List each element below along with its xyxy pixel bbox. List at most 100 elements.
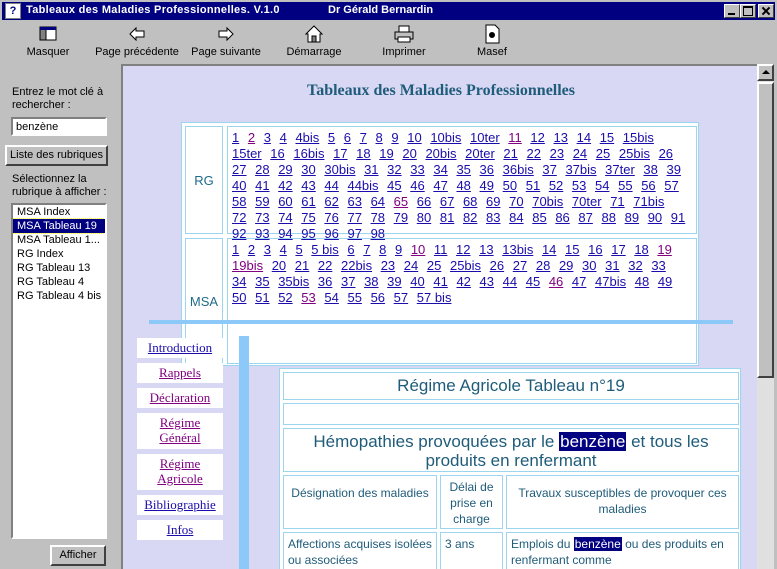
table-link[interactable]: 25 [427, 258, 441, 273]
table-link[interactable]: 63 [347, 194, 361, 209]
table-link[interactable]: 20bis [425, 146, 456, 161]
show-button[interactable]: Afficher [50, 545, 106, 566]
list-item[interactable]: MSA Index [13, 205, 105, 219]
list-item-selected[interactable]: MSA Tableau 19 [13, 218, 105, 234]
table-link[interactable]: 59 [255, 194, 269, 209]
table-link[interactable]: 15 [600, 130, 614, 145]
table-link[interactable]: 34 [232, 274, 246, 289]
table-link[interactable]: 27 [232, 162, 246, 177]
table-link[interactable]: 35 [456, 162, 470, 177]
table-link[interactable]: 18 [634, 242, 648, 257]
table-link[interactable]: 10 [411, 242, 425, 257]
table-link[interactable]: 66 [417, 194, 431, 209]
table-link[interactable]: 22 [527, 146, 541, 161]
table-link[interactable]: 58 [232, 194, 246, 209]
table-link[interactable]: 32 [387, 162, 401, 177]
table-link[interactable]: 10bis [430, 130, 461, 145]
table-link[interactable]: 41 [255, 178, 269, 193]
table-link[interactable]: 49 [658, 274, 672, 289]
table-link[interactable]: 47 [433, 178, 447, 193]
table-link[interactable]: 57 bis [417, 290, 452, 305]
table-link[interactable]: 48 [456, 178, 470, 193]
table-link[interactable]: 14 [577, 130, 591, 145]
table-link[interactable]: 60 [278, 194, 292, 209]
table-link[interactable]: 25bis [619, 146, 650, 161]
table-link[interactable]: 12 [456, 242, 470, 257]
minimize-button[interactable] [724, 4, 740, 18]
table-link[interactable]: 21 [295, 258, 309, 273]
print-button[interactable]: Imprimer [380, 23, 428, 63]
search-input[interactable]: benzène [11, 117, 107, 136]
table-link[interactable]: 3 [264, 242, 271, 257]
table-link[interactable]: 16 [270, 146, 284, 161]
table-link[interactable]: 20ter [465, 146, 495, 161]
table-link[interactable]: 48 [635, 274, 649, 289]
table-link[interactable]: 10 [407, 130, 421, 145]
table-link[interactable]: 35bis [278, 274, 309, 289]
table-link[interactable]: 36 [318, 274, 332, 289]
hide-button[interactable]: Masquer [18, 23, 78, 63]
table-link[interactable]: 2 [248, 242, 255, 257]
table-link[interactable]: 11 [508, 130, 522, 145]
table-link[interactable]: 25bis [450, 258, 481, 273]
table-link[interactable]: 27 [513, 258, 527, 273]
table-link[interactable]: 5 bis [311, 242, 338, 257]
table-link[interactable]: 39 [667, 162, 681, 177]
table-link[interactable]: 70bis [532, 194, 563, 209]
table-link[interactable]: 12 [530, 130, 544, 145]
table-link[interactable]: 90 [648, 210, 662, 225]
table-link[interactable]: 1 [232, 130, 239, 145]
nav-rappels[interactable]: Rappels [137, 363, 223, 383]
table-link[interactable]: 65 [394, 194, 408, 209]
table-link[interactable]: 44 [503, 274, 517, 289]
nav-regime-agricole[interactable]: Régime Agricole [137, 454, 223, 490]
table-link[interactable]: 79 [394, 210, 408, 225]
table-link[interactable]: 7 [360, 130, 367, 145]
table-link[interactable]: 23 [550, 146, 564, 161]
table-link[interactable]: 83 [486, 210, 500, 225]
table-link[interactable]: 71bis [633, 194, 664, 209]
table-link[interactable]: 87 [578, 210, 592, 225]
table-link[interactable]: 84 [509, 210, 523, 225]
table-link[interactable]: 13 [479, 242, 493, 257]
table-link[interactable]: 16 [588, 242, 602, 257]
table-link[interactable]: 16bis [293, 146, 324, 161]
nav-introduction[interactable]: Introduction [137, 338, 223, 358]
table-link[interactable]: 80 [417, 210, 431, 225]
table-link[interactable]: 30 [582, 258, 596, 273]
vertical-scrollbar[interactable] [757, 64, 774, 569]
list-item[interactable]: RG Tableau 4 [13, 275, 105, 289]
table-link[interactable]: 28 [536, 258, 550, 273]
table-link[interactable]: 46 [410, 178, 424, 193]
table-link[interactable]: 1 [232, 242, 239, 257]
previous-page-button[interactable]: Page précédente [94, 23, 180, 63]
table-link[interactable]: 53 [572, 178, 586, 193]
table-link[interactable]: 22bis [341, 258, 372, 273]
table-link[interactable]: 33 [410, 162, 424, 177]
table-link[interactable]: 89 [625, 210, 639, 225]
table-link[interactable]: 70ter [572, 194, 602, 209]
table-link[interactable]: 64 [371, 194, 385, 209]
table-link[interactable]: 40 [410, 274, 424, 289]
app-icon[interactable]: ? [5, 3, 21, 19]
table-link[interactable]: 4 [280, 130, 287, 145]
table-link[interactable]: 31 [605, 258, 619, 273]
masef-button[interactable]: Masef [470, 23, 514, 63]
table-link[interactable]: 62 [324, 194, 338, 209]
table-link[interactable]: 71 [610, 194, 624, 209]
table-link[interactable]: 35 [255, 274, 269, 289]
table-link[interactable]: 49 [480, 178, 494, 193]
table-link[interactable]: 38 [643, 162, 657, 177]
table-link[interactable]: 50 [503, 178, 517, 193]
table-link[interactable]: 13bis [502, 242, 533, 257]
table-link[interactable]: 73 [255, 210, 269, 225]
table-link[interactable]: 6 [344, 130, 351, 145]
table-link[interactable]: 68 [463, 194, 477, 209]
table-link[interactable]: 24 [573, 146, 587, 161]
table-link[interactable]: 37 [542, 162, 556, 177]
list-item[interactable]: RG Tableau 13 [13, 261, 105, 275]
table-link[interactable]: 4bis [295, 130, 319, 145]
table-link[interactable]: 20 [402, 146, 416, 161]
table-link[interactable]: 45 [387, 178, 401, 193]
table-link[interactable]: 75 [301, 210, 315, 225]
